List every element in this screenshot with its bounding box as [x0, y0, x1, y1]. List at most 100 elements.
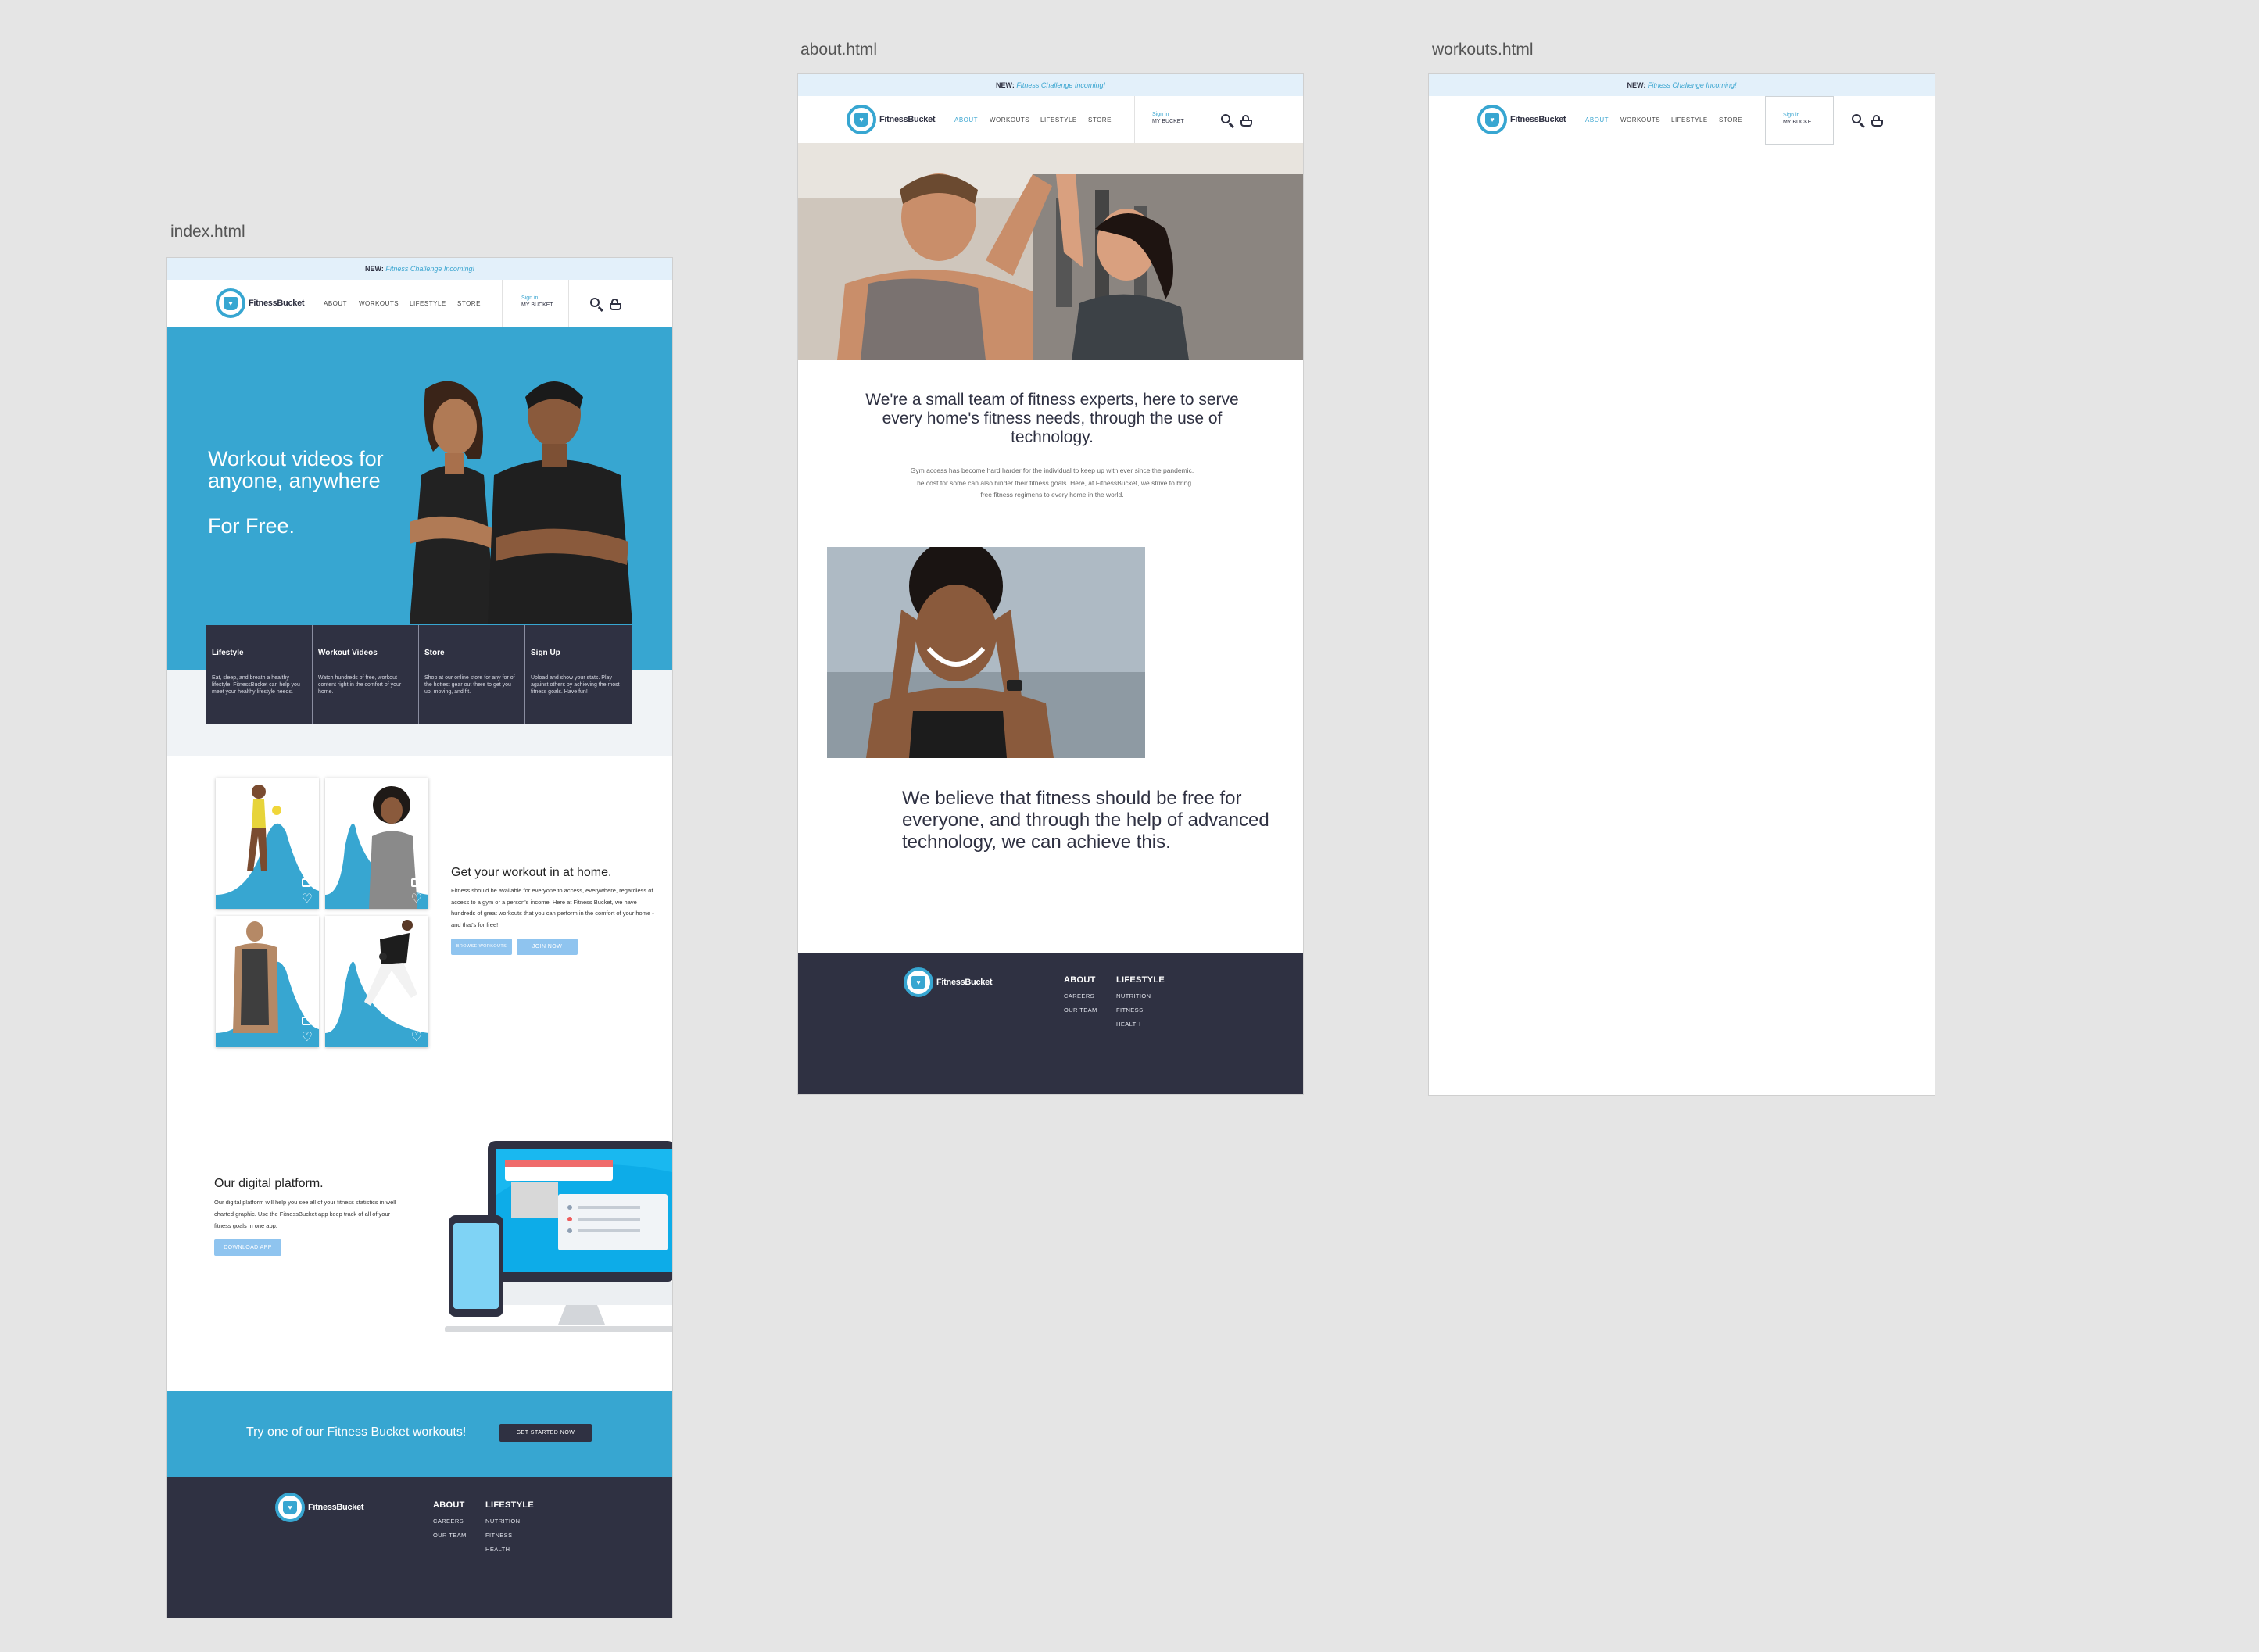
logo[interactable]: ♥ FitnessBucket	[847, 105, 936, 134]
hero-title: Workout videos for anyone, anywhere	[208, 448, 384, 492]
artboard-label-about: about.html	[800, 41, 878, 59]
footer-link-health[interactable]: HEALTH	[485, 1546, 510, 1553]
logo-text: FitnessBucket	[1510, 115, 1566, 124]
workout-card[interactable]: ♡	[325, 778, 428, 909]
workouts-section-text: Fitness should be available for everyone…	[451, 887, 654, 928]
nav-lifestyle[interactable]: LIFESTYLE	[1671, 116, 1708, 123]
announcement-link[interactable]: Fitness Challenge Incoming!	[1016, 81, 1105, 89]
nav-store[interactable]: STORE	[1719, 116, 1742, 123]
feature-workout-videos[interactable]: Workout Videos Watch hundreds of free, w…	[313, 625, 419, 724]
announcement-link[interactable]: Fitness Challenge Incoming!	[1648, 81, 1737, 89]
search-icon[interactable]	[590, 298, 600, 307]
about-headline: We're a small team of fitness experts, h…	[865, 391, 1239, 446]
nav-lifestyle[interactable]: LIFESTYLE	[1040, 116, 1077, 123]
announcement-prefix: NEW:	[1627, 81, 1646, 89]
footer-logo[interactable]: ♥ FitnessBucket	[904, 967, 993, 997]
bucket-logo-icon: ♥	[216, 288, 245, 318]
footer-link-nutrition[interactable]: NUTRITION	[485, 1518, 520, 1525]
basket-icon[interactable]	[1240, 115, 1252, 127]
nav-workouts[interactable]: WORKOUTS	[1620, 116, 1660, 123]
footer-link-careers[interactable]: CAREERS	[1064, 992, 1094, 999]
my-bucket-link[interactable]: MY BUCKET	[1783, 120, 1833, 125]
feature-sign-up[interactable]: Sign Up Upload and show your stats. Play…	[525, 625, 632, 724]
sign-in-link[interactable]: Sign in	[1152, 112, 1201, 117]
about-belief: We believe that fitness should be free f…	[902, 788, 1269, 853]
announcement-prefix: NEW:	[365, 265, 384, 273]
workout-card[interactable]: ♡	[216, 916, 319, 1047]
feature-text: Eat, sleep, and breath a healthy lifesty…	[212, 675, 300, 695]
nav-store[interactable]: STORE	[457, 300, 481, 307]
feature-lifestyle[interactable]: Lifestyle Eat, sleep, and breath a healt…	[206, 625, 313, 724]
my-bucket-link[interactable]: MY BUCKET	[521, 302, 568, 308]
calendar-icon[interactable]	[411, 1017, 421, 1025]
calendar-icon[interactable]	[302, 878, 311, 887]
nav-about[interactable]: ABOUT	[324, 300, 347, 307]
footer-heading-about[interactable]: ABOUT	[1064, 975, 1096, 985]
announcement-prefix: NEW:	[996, 81, 1015, 89]
workouts-artboard[interactable]: NEW: Fitness Challenge Incoming! ♥ Fitne…	[1429, 74, 1935, 1095]
get-started-button[interactable]: GET STARTED NOW	[499, 1424, 592, 1442]
platform-text: Our digital platform will help you see a…	[214, 1199, 396, 1229]
footer-link-fitness[interactable]: FITNESS	[485, 1532, 512, 1539]
basket-icon[interactable]	[1871, 115, 1883, 127]
heart-icon[interactable]: ♡	[411, 893, 422, 906]
logo-text: FitnessBucket	[249, 299, 305, 308]
nav-about[interactable]: ABOUT	[1585, 116, 1609, 123]
my-bucket-link[interactable]: MY BUCKET	[1152, 119, 1201, 124]
nav-lifestyle[interactable]: LIFESTYLE	[410, 300, 446, 307]
footer-heading-about[interactable]: ABOUT	[433, 1500, 465, 1510]
logo[interactable]: ♥ FitnessBucket	[1477, 105, 1566, 134]
sign-in-bucket[interactable]: Sign in MY BUCKET	[1765, 96, 1834, 145]
heart-icon[interactable]: ♡	[302, 893, 313, 906]
announcement-bar: NEW: Fitness Challenge Incoming!	[167, 258, 672, 280]
sign-in-link[interactable]: Sign in	[521, 295, 568, 301]
sign-in-link[interactable]: Sign in	[1783, 113, 1833, 118]
workout-card-image	[325, 786, 428, 909]
devices-illustration	[445, 1141, 672, 1332]
heart-icon[interactable]: ♡	[411, 1032, 422, 1044]
logo[interactable]: ♥ FitnessBucket	[216, 288, 305, 318]
sign-in-bucket[interactable]: Sign in MY BUCKET	[502, 280, 569, 327]
search-icon[interactable]	[1852, 114, 1861, 123]
about-artboard[interactable]: NEW: Fitness Challenge Incoming! ♥ Fitne…	[798, 74, 1303, 1094]
workout-card-image	[325, 920, 428, 1047]
feature-store[interactable]: Store Shop at our online store for any f…	[419, 625, 525, 724]
main-nav: ♥ FitnessBucket ABOUT WORKOUTS LIFESTYLE…	[167, 280, 672, 327]
join-now-button[interactable]: JOIN NOW	[517, 939, 578, 955]
footer-link-our-team[interactable]: OUR TEAM	[1064, 1007, 1097, 1014]
main-nav: ♥ FitnessBucket ABOUT WORKOUTS LIFESTYLE…	[1429, 96, 1935, 145]
footer-heading-lifestyle[interactable]: LIFESTYLE	[1116, 975, 1165, 985]
search-icon[interactable]	[1221, 114, 1230, 123]
footer: ♥ FitnessBucket ABOUT CAREERS OUR TEAM L…	[798, 953, 1303, 1094]
hero-couple-image	[410, 381, 632, 624]
feature-text: Shop at our online store for any for of …	[424, 675, 515, 695]
footer-link-health[interactable]: HEALTH	[1116, 1021, 1140, 1028]
nav-workouts[interactable]: WORKOUTS	[990, 116, 1029, 123]
announcement-link[interactable]: Fitness Challenge Incoming!	[385, 265, 474, 273]
platform-title: Our digital platform.	[214, 1177, 324, 1190]
footer-link-fitness[interactable]: FITNESS	[1116, 1007, 1143, 1014]
index-artboard[interactable]: NEW: Fitness Challenge Incoming! ♥ Fitne…	[167, 258, 672, 1618]
nav-about[interactable]: ABOUT	[954, 116, 978, 123]
workout-card[interactable]: ♡	[325, 916, 428, 1047]
feature-text: Watch hundreds of free, workout content …	[318, 675, 402, 695]
nav-store[interactable]: STORE	[1088, 116, 1112, 123]
feature-title: Lifestyle	[212, 649, 244, 657]
workouts-section-title: Get your workout in at home.	[451, 866, 612, 879]
footer-link-nutrition[interactable]: NUTRITION	[1116, 992, 1151, 999]
nav-workouts[interactable]: WORKOUTS	[359, 300, 399, 307]
heart-icon[interactable]: ♡	[302, 1032, 313, 1044]
browse-workouts-button[interactable]: BROWSE WORKOUTS	[451, 939, 512, 955]
sign-in-bucket[interactable]: Sign in MY BUCKET	[1134, 96, 1201, 143]
download-app-button[interactable]: DOWNLOAD APP	[214, 1239, 281, 1256]
calendar-icon[interactable]	[302, 1017, 311, 1025]
footer-link-our-team[interactable]: OUR TEAM	[433, 1532, 467, 1539]
bucket-logo-icon: ♥	[904, 967, 933, 997]
bucket-logo-icon: ♥	[275, 1493, 305, 1522]
basket-icon[interactable]	[610, 299, 621, 310]
footer-heading-lifestyle[interactable]: LIFESTYLE	[485, 1500, 534, 1510]
footer-logo[interactable]: ♥ FitnessBucket	[275, 1493, 364, 1522]
workout-card[interactable]: ♡	[216, 778, 319, 909]
calendar-icon[interactable]	[411, 878, 421, 887]
footer-link-careers[interactable]: CAREERS	[433, 1518, 464, 1525]
